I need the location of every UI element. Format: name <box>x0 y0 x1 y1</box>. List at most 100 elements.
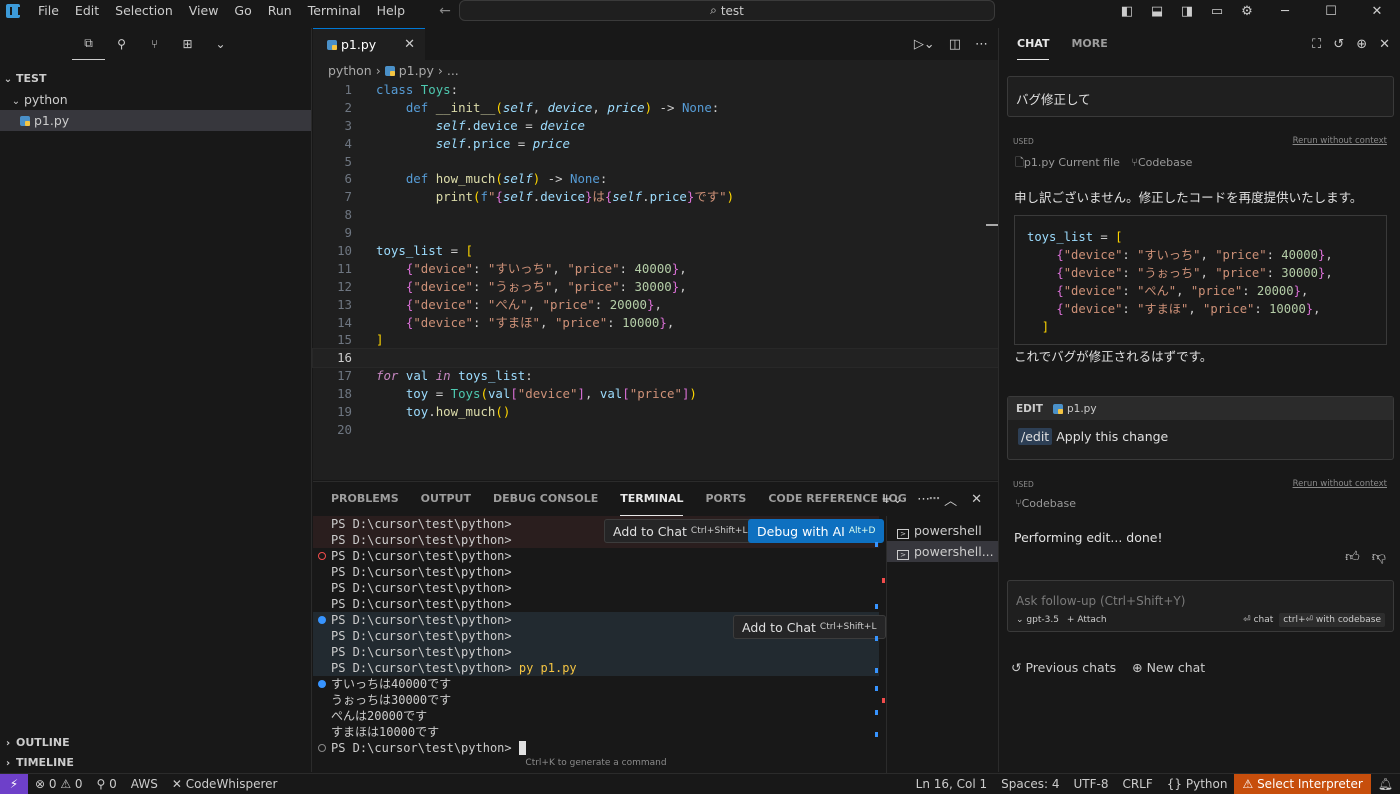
edit-card[interactable]: EDIT p1.py /edit Apply this change <box>1007 396 1394 460</box>
previous-chats-button[interactable]: ↺ Previous chats <box>1011 660 1116 675</box>
line-ending[interactable]: CRLF <box>1115 777 1159 791</box>
tab-terminal[interactable]: TERMINAL <box>620 482 684 516</box>
follow-up-input[interactable]: Ask follow-up (Ctrl+Shift+Y) ⌄ gpt-3.5 +… <box>1007 580 1394 632</box>
search-icon[interactable]: ⚲ <box>105 28 138 60</box>
terminal-list: > powershell > powershell... <box>886 516 998 773</box>
menu-view[interactable]: View <box>181 0 227 22</box>
rerun-without-context-link[interactable]: Rerun without context <box>1293 136 1387 146</box>
maximize-panel-icon[interactable]: ︿ <box>944 490 957 509</box>
breadcrumb-folder[interactable]: python <box>328 63 372 78</box>
menu-terminal[interactable]: Terminal <box>300 0 369 22</box>
toggle-secondary-sidebar-icon[interactable]: ◨ <box>1172 4 1202 19</box>
explorer-icon[interactable]: ⧉ <box>72 28 105 60</box>
codewhisperer-status[interactable]: ✕ CodeWhisperer <box>165 777 285 791</box>
folder-root[interactable]: ⌄ TEST <box>0 68 311 89</box>
code-line: 20 <box>337 421 352 437</box>
menu-go[interactable]: Go <box>226 0 259 22</box>
editor-tab-p1[interactable]: p1.py ✕ <box>313 28 425 60</box>
rerun-without-context-link-2[interactable]: Rerun without context <box>1293 479 1387 489</box>
notifications-bell-icon[interactable]: 🔔︎ <box>1371 777 1400 791</box>
code-line: 15] <box>337 332 384 348</box>
expand-icon[interactable]: ⛶ <box>1312 37 1321 52</box>
used-label: USED <box>1013 137 1034 146</box>
tab-ports[interactable]: PORTS <box>705 482 746 516</box>
breadcrumb-file[interactable]: p1.py <box>399 63 434 78</box>
chat-toggle-icon[interactable]: ▭ <box>1202 4 1232 19</box>
back-arrow-icon[interactable]: ← <box>433 3 457 19</box>
close-window-icon[interactable]: ✕ <box>1354 4 1400 19</box>
maximize-icon[interactable]: ☐ <box>1308 4 1354 19</box>
language-mode[interactable]: {} Python <box>1160 777 1235 791</box>
context-codebase-chip[interactable]: Codebase <box>1138 156 1192 169</box>
outline-section[interactable]: › OUTLINE <box>0 732 311 753</box>
select-interpreter-button[interactable]: ⚠ Select Interpreter <box>1234 773 1371 794</box>
chevron-down-icon: ⌄ <box>3 74 13 85</box>
thumbs-down-icon[interactable]: 👎︎ <box>1372 548 1386 565</box>
add-to-chat-button-2[interactable]: Add to Chat Ctrl+Shift+L <box>733 615 886 639</box>
codebase-submit-button[interactable]: ctrl+⏎ with codebase <box>1279 613 1385 627</box>
new-chat-button[interactable]: ⊕ New chat <box>1132 660 1205 675</box>
user-message[interactable]: バグ修正して <box>1007 76 1394 117</box>
close-icon[interactable]: ✕ <box>1379 37 1390 52</box>
terminal-prompt: PS D:\cursor\test\python> <box>331 661 512 675</box>
source-control-icon[interactable]: ⑂ <box>138 28 171 60</box>
debug-with-ai-button[interactable]: Debug with AI Alt+D <box>748 519 885 543</box>
new-terminal-icon[interactable]: +⌄ <box>881 492 903 507</box>
breadcrumb-symbol[interactable]: ... <box>447 63 459 78</box>
tab-output[interactable]: OUTPUT <box>421 482 471 516</box>
empty-dot-icon <box>318 744 326 752</box>
chevron-down-icon[interactable]: ⌄ <box>204 28 237 60</box>
thumbs-up-icon[interactable]: 👍︎ <box>1345 548 1360 565</box>
toggle-sidebar-icon[interactable]: ◧ <box>1112 4 1142 19</box>
menu-help[interactable]: Help <box>369 0 414 22</box>
terminal-list-item[interactable]: > powershell <box>887 520 998 541</box>
python-file-icon <box>384 66 395 76</box>
run-icon[interactable]: ▷⌄ <box>914 37 935 52</box>
encoding[interactable]: UTF-8 <box>1066 777 1115 791</box>
close-tab-icon[interactable]: ✕ <box>404 37 415 52</box>
tab-chat[interactable]: CHAT <box>1017 28 1050 60</box>
close-panel-icon[interactable]: ✕ <box>971 492 982 507</box>
aws-status[interactable]: AWS <box>124 777 165 791</box>
more-actions-icon[interactable]: ⋯ <box>975 37 988 52</box>
minimize-icon[interactable]: ─ <box>1262 4 1308 19</box>
tab-debug-console[interactable]: DEBUG CONSOLE <box>493 482 598 516</box>
branch-icon: ⑂ <box>1015 497 1022 510</box>
context-file-chip[interactable]: p1.py Current file <box>1024 156 1120 169</box>
context-codebase-chip[interactable]: Codebase <box>1022 497 1076 510</box>
toggle-panel-icon[interactable]: ⬓ <box>1142 4 1172 19</box>
terminal-line-error: PS D:\cursor\test\python> <box>313 548 879 564</box>
python-file-icon <box>1052 403 1063 414</box>
tree-folder-python[interactable]: ⌄ python <box>0 89 311 110</box>
split-editor-icon[interactable]: ◫ <box>949 37 961 52</box>
assistant-code-block[interactable]: toys_list = [ {"device": "すいっち", "price"… <box>1014 215 1387 345</box>
new-chat-icon[interactable]: ⊕ <box>1356 37 1367 52</box>
timeline-section[interactable]: › TIMELINE <box>0 752 311 773</box>
terminal-icon: > <box>897 550 909 560</box>
tab-problems[interactable]: PROBLEMS <box>331 482 399 516</box>
assistant-reply-outro: これでバグが修正されるはずです。 <box>1014 349 1213 364</box>
code-view[interactable]: 1 class Toys: 2 def __init__(self, device… <box>312 81 999 439</box>
add-to-chat-button[interactable]: Add to Chat Ctrl+Shift+L <box>604 519 757 543</box>
menu-selection[interactable]: Selection <box>107 0 181 22</box>
more-actions-icon[interactable]: ⋯ <box>917 492 930 507</box>
extensions-icon[interactable]: ⊞ <box>171 28 204 60</box>
gear-icon[interactable]: ⚙ <box>1232 4 1262 19</box>
remote-icon[interactable]: ⚡ <box>0 773 28 794</box>
ports-status[interactable]: ⚲ 0 <box>90 777 124 791</box>
history-icon[interactable]: ↺ <box>1333 37 1344 52</box>
chat-submit-button[interactable]: ⏎ chat <box>1243 615 1273 625</box>
model-selector[interactable]: ⌄ gpt-3.5 <box>1016 615 1059 625</box>
attach-button[interactable]: + Attach <box>1067 615 1107 625</box>
warning-count: 0 <box>74 776 83 791</box>
menu-edit[interactable]: Edit <box>67 0 107 22</box>
menu-run[interactable]: Run <box>260 0 300 22</box>
menu-file[interactable]: File <box>30 0 67 22</box>
indentation[interactable]: Spaces: 4 <box>994 777 1066 791</box>
cursor-position[interactable]: Ln 16, Col 1 <box>909 777 995 791</box>
tree-file-p1[interactable]: p1.py <box>0 110 311 131</box>
tab-more[interactable]: MORE <box>1071 28 1107 60</box>
terminal-list-item-active[interactable]: > powershell... <box>887 541 998 562</box>
command-center-search[interactable]: ⌕ test <box>459 0 995 21</box>
problems-status[interactable]: ⊗ 0 ⚠ 0 <box>28 777 90 791</box>
